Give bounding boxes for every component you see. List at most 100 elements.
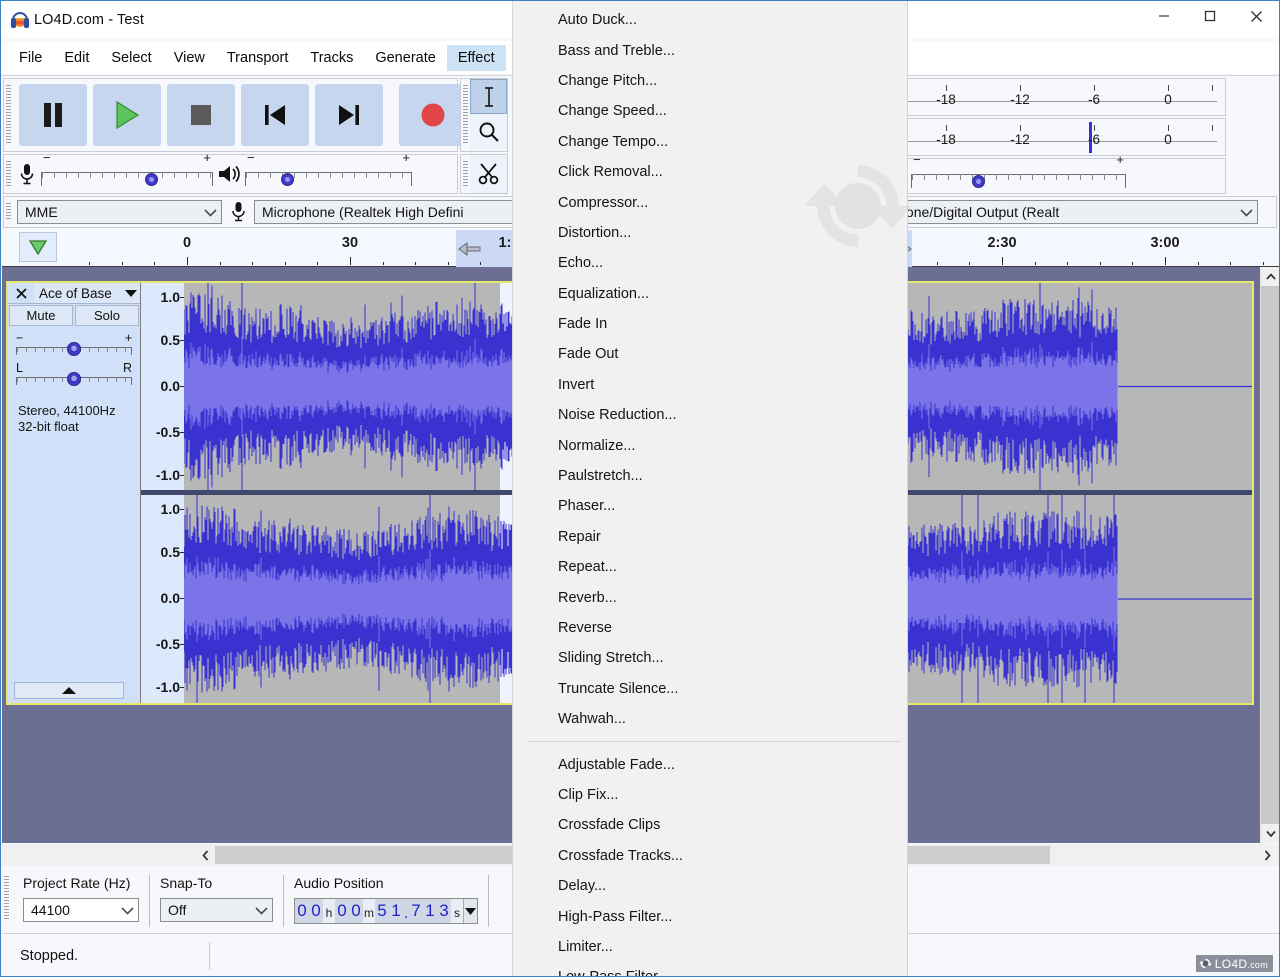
edit-grip[interactable] xyxy=(461,155,470,193)
close-track-icon[interactable] xyxy=(8,283,34,303)
effect-menu-item[interactable]: Change Tempo... xyxy=(513,127,907,157)
chevron-down-icon xyxy=(1240,208,1253,217)
effect-menu-popup[interactable]: Auto Duck...Bass and Treble...Change Pit… xyxy=(512,1,908,977)
minimize-button[interactable] xyxy=(1141,1,1187,31)
menu-tracks[interactable]: Tracks xyxy=(299,45,364,71)
effect-menu-item[interactable]: Equalization... xyxy=(513,279,907,309)
effect-menu-item[interactable]: Change Speed... xyxy=(513,96,907,126)
effect-menu-item[interactable]: Fade Out xyxy=(513,339,907,369)
effect-menu-item[interactable]: High-Pass Filter... xyxy=(513,901,907,931)
play-speed-slider[interactable]: − + xyxy=(911,161,1126,191)
effect-menu-item[interactable]: Clip Fix... xyxy=(513,780,907,810)
ruler-minor-tick xyxy=(1132,262,1133,265)
record-button[interactable] xyxy=(399,84,467,146)
playback-volume-thumb[interactable] xyxy=(281,173,294,186)
play-speed-thumb[interactable] xyxy=(972,175,985,188)
audio-position-dropdown-icon[interactable] xyxy=(463,899,477,923)
effect-menu-item[interactable]: Repair xyxy=(513,522,907,552)
track-gain-thumb[interactable] xyxy=(67,342,81,356)
solo-button[interactable]: Solo xyxy=(75,305,139,326)
effect-menu-item[interactable]: Compressor... xyxy=(513,187,907,217)
effect-menu-item[interactable]: Crossfade Clips xyxy=(513,810,907,840)
effect-menu-item[interactable]: Auto Duck... xyxy=(513,5,907,35)
menu-edit[interactable]: Edit xyxy=(53,45,100,71)
chevron-down-icon xyxy=(121,906,134,915)
track-pan-thumb[interactable] xyxy=(67,372,81,386)
effect-menu-item[interactable]: Crossfade Tracks... xyxy=(513,841,907,871)
play-button[interactable] xyxy=(93,84,161,146)
status-message: Stopped. xyxy=(2,948,209,964)
menu-generate[interactable]: Generate xyxy=(364,45,446,71)
effect-menu-item[interactable]: Adjustable Fade... xyxy=(513,749,907,779)
playback-device-select[interactable]: dPhone/Digital Output (Realt xyxy=(873,200,1258,224)
ap-d2: 0 xyxy=(335,899,349,923)
scroll-left-button[interactable] xyxy=(195,844,215,866)
trim-tool-button[interactable] xyxy=(470,155,507,193)
menu-file[interactable]: File xyxy=(8,45,53,71)
skip-to-end-button[interactable] xyxy=(315,84,383,146)
collapse-track-icon[interactable] xyxy=(14,682,124,699)
effect-menu-item[interactable]: Phaser... xyxy=(513,491,907,521)
toolbar-grip[interactable] xyxy=(4,79,13,151)
project-rate-select[interactable]: 44100 xyxy=(23,898,139,922)
effect-menu-item[interactable]: Reverse xyxy=(513,613,907,643)
audio-position-field[interactable]: 0 0 h 0 0 m 5 1 . 7 1 3 s xyxy=(294,898,478,924)
effect-menu-item[interactable]: Limiter... xyxy=(513,932,907,962)
track-control-panel[interactable]: Ace of Base Mute Solo − + L R xyxy=(8,283,141,703)
ap-d6: 7 xyxy=(409,899,423,923)
effect-menu-item[interactable]: Fade In xyxy=(513,309,907,339)
effect-menu-item[interactable]: Wahwah... xyxy=(513,704,907,734)
skip-to-start-button[interactable] xyxy=(241,84,309,146)
window-controls xyxy=(1141,1,1279,39)
effect-menu-item[interactable]: Paulstretch... xyxy=(513,461,907,491)
effect-menu-item[interactable]: Change Pitch... xyxy=(513,66,907,96)
maximize-button[interactable] xyxy=(1187,1,1233,31)
scroll-right-button[interactable] xyxy=(1257,844,1277,866)
tools-grip[interactable] xyxy=(461,79,470,151)
scroll-up-button[interactable] xyxy=(1261,267,1280,286)
menu-select[interactable]: Select xyxy=(100,45,162,71)
rec-meter-tick-3: 0 xyxy=(1164,92,1172,107)
selection-grip[interactable] xyxy=(2,870,11,925)
selection-start-handle[interactable] xyxy=(457,241,481,259)
ap-d7: 1 xyxy=(423,899,437,923)
scroll-down-button[interactable] xyxy=(1261,824,1280,843)
menu-view[interactable]: View xyxy=(163,45,216,71)
track-format-line1: Stereo, 44100Hz xyxy=(18,403,140,419)
menu-transport[interactable]: Transport xyxy=(216,45,300,71)
track-pan-slider[interactable]: L R xyxy=(16,363,132,393)
pan-left-label: L xyxy=(16,361,23,375)
pinned-play-head-icon[interactable] xyxy=(19,232,57,262)
effect-menu-item[interactable]: Delay... xyxy=(513,871,907,901)
track-gain-slider[interactable]: − + xyxy=(16,333,132,363)
effect-menu-item[interactable]: Low-Pass Filter... xyxy=(513,962,907,977)
effect-menu-item[interactable]: Bass and Treble... xyxy=(513,35,907,65)
zoom-tool-button[interactable] xyxy=(470,114,507,149)
vertical-scrollbar[interactable] xyxy=(1260,267,1279,843)
playback-volume-slider[interactable]: − + xyxy=(245,159,412,189)
stop-button[interactable] xyxy=(167,84,235,146)
effect-menu-item[interactable]: Distortion... xyxy=(513,218,907,248)
recording-volume-thumb[interactable] xyxy=(145,173,158,186)
device-grip[interactable] xyxy=(4,197,13,227)
effect-menu-item[interactable]: Echo... xyxy=(513,248,907,278)
close-button[interactable] xyxy=(1233,1,1279,31)
effect-menu-item[interactable]: Sliding Stretch... xyxy=(513,643,907,673)
audio-host-select[interactable]: MME xyxy=(17,200,222,224)
effect-menu-item[interactable]: Normalize... xyxy=(513,430,907,460)
mixer-grip[interactable] xyxy=(4,155,13,193)
selection-tool-button[interactable] xyxy=(470,79,507,114)
effect-menu-item[interactable]: Truncate Silence... xyxy=(513,674,907,704)
track-name-dropdown[interactable]: Ace of Base xyxy=(34,283,140,303)
effect-menu-item[interactable]: Reverb... xyxy=(513,582,907,612)
menu-effect[interactable]: Effect xyxy=(447,45,506,71)
mute-button[interactable]: Mute xyxy=(9,305,73,326)
snap-to-select[interactable]: Off xyxy=(160,898,273,922)
effect-menu-item[interactable]: Click Removal... xyxy=(513,157,907,187)
effect-menu-item[interactable]: Invert xyxy=(513,370,907,400)
effect-menu-item[interactable]: Repeat... xyxy=(513,552,907,582)
play-meter-tick-5: 0 xyxy=(1164,132,1172,147)
pause-button[interactable] xyxy=(19,84,87,146)
recording-volume-slider[interactable]: − + xyxy=(41,159,213,189)
effect-menu-item[interactable]: Noise Reduction... xyxy=(513,400,907,430)
